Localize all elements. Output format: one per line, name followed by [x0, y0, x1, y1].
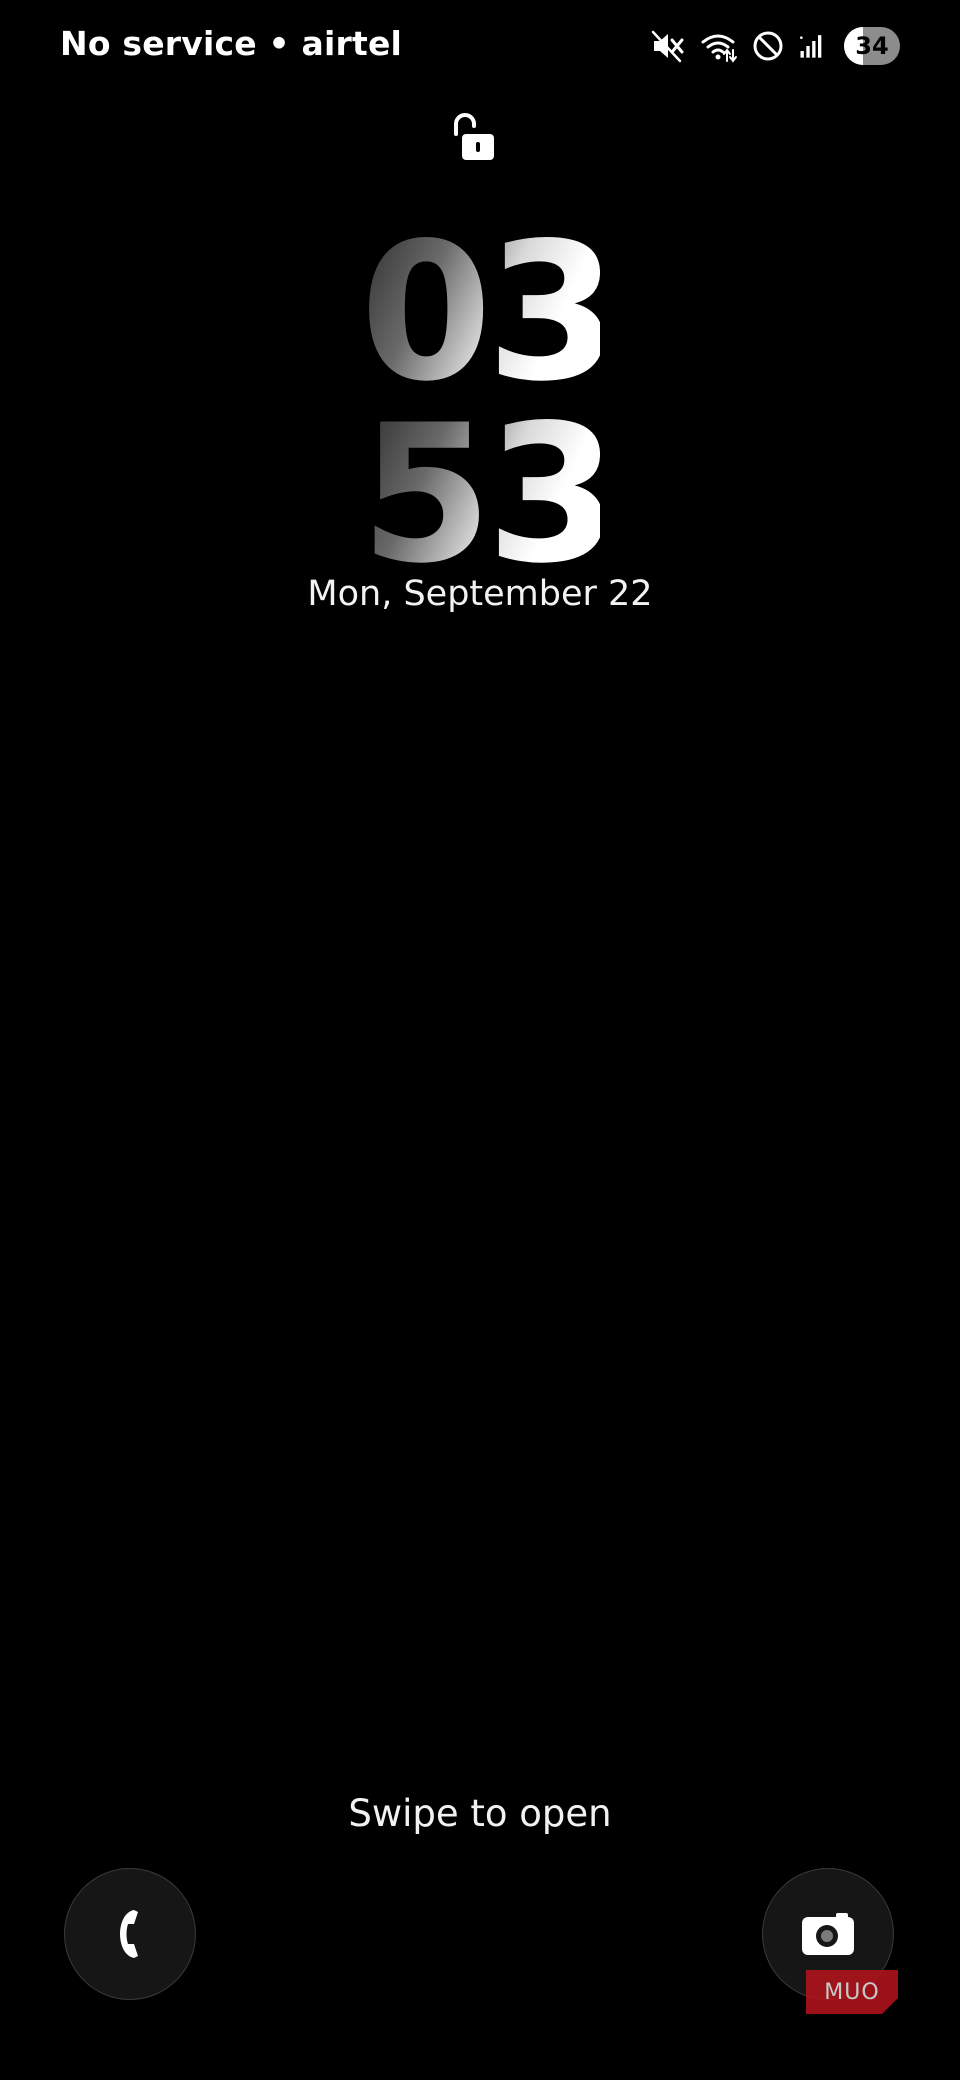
carrier-label: No service • airtel [60, 24, 403, 63]
muo-watermark-logo: MUO [806, 1970, 898, 2014]
do-not-disturb-icon [753, 31, 783, 61]
status-icons: 34 [650, 26, 900, 66]
clock-minutes: 53 [360, 384, 618, 605]
wifi-icon [701, 34, 737, 63]
watermark-text: MUO [824, 1979, 880, 2005]
clock-hours: 03 [360, 202, 618, 423]
lock-screen: { "status_bar": { "carrier": "No service… [0, 0, 960, 2080]
clock: 03 53 [360, 202, 618, 605]
swipe-hint: Swipe to open [348, 1792, 612, 1835]
phone-shortcut-button[interactable] [64, 1868, 196, 2000]
unlocked-padlock-icon[interactable] [446, 108, 502, 164]
date-label: Mon, September 22 [307, 574, 653, 614]
battery-icon: 34 [844, 27, 900, 65]
phone-icon [120, 1910, 138, 1958]
status-bar: No service • airtel 34 [0, 0, 960, 96]
mute-icon [651, 30, 684, 63]
battery-percentage: 34 [855, 32, 889, 60]
camera-icon [802, 1913, 854, 1955]
signal-icon [800, 35, 822, 58]
